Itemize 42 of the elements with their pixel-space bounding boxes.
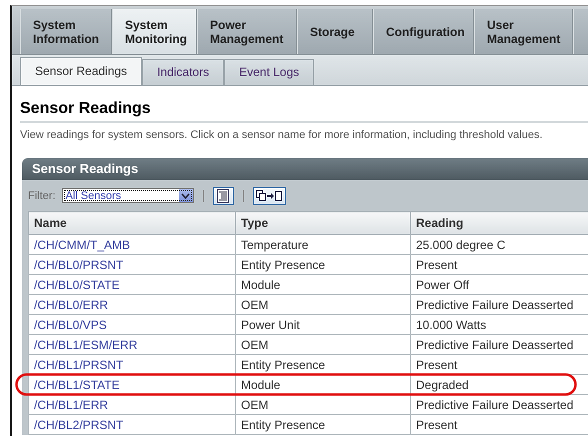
filter-label: Filter: [28, 190, 56, 202]
table-cell: Module [241, 378, 280, 392]
page-title: Sensor Readings [20, 100, 588, 123]
sub-tab[interactable]: Sensor Readings [20, 57, 142, 85]
list-icon [217, 188, 229, 202]
chevron-down-icon [181, 192, 190, 198]
panel-title: Sensor Readings [22, 158, 588, 180]
table-cell: OEM [241, 338, 268, 352]
table-cell: Predictive Failure Deasserted [416, 338, 574, 352]
main-tab[interactable]: System Information [20, 9, 112, 54]
filter-dropdown[interactable]: All Sensors [62, 188, 194, 203]
table-cell: Predictive Failure Deasserted [416, 298, 574, 312]
table-cell: Present [416, 258, 458, 272]
table-cell: Entity Presence [241, 358, 326, 372]
page-description: View readings for system sensors. Click on a sensor name for more information, including threshold values. [20, 129, 544, 141]
main-tab[interactable]: Storage [297, 9, 373, 54]
table-cell: 10.000 Watts [416, 318, 486, 332]
table-cell: Power Unit [241, 318, 300, 332]
column-header[interactable]: Type [236, 212, 410, 234]
table-cell: Entity Presence [241, 258, 326, 272]
sub-tab[interactable]: Indicators [142, 59, 224, 85]
table-cell: Entity Presence [241, 418, 326, 432]
list-view-button[interactable] [212, 186, 234, 204]
main-tab[interactable]: User Management [474, 9, 573, 54]
table-cell: Predictive Failure Deasserted [416, 398, 574, 412]
main-tab[interactable]: System Monitoring [112, 9, 197, 54]
main-tab[interactable]: Configuration [373, 9, 474, 54]
table-cell: Temperature [241, 238, 308, 252]
sub-tab[interactable]: Event Logs [224, 59, 314, 85]
export-button[interactable] [252, 186, 286, 204]
column-header[interactable]: Reading [410, 212, 588, 234]
column-header[interactable]: Name [28, 212, 236, 234]
table-cell: Power Off [416, 278, 470, 292]
table-cell: Module [241, 278, 280, 292]
table-cell: Present [416, 358, 458, 372]
table-cell: Degraded [416, 378, 469, 392]
table-cell: 25.000 degree C [416, 238, 506, 252]
main-tab[interactable]: Power Management [197, 9, 297, 54]
table-cell: OEM [241, 398, 268, 412]
copy-arrow-icon [256, 190, 282, 202]
table-cell: OEM [241, 298, 268, 312]
table-cell: Present [416, 418, 458, 432]
